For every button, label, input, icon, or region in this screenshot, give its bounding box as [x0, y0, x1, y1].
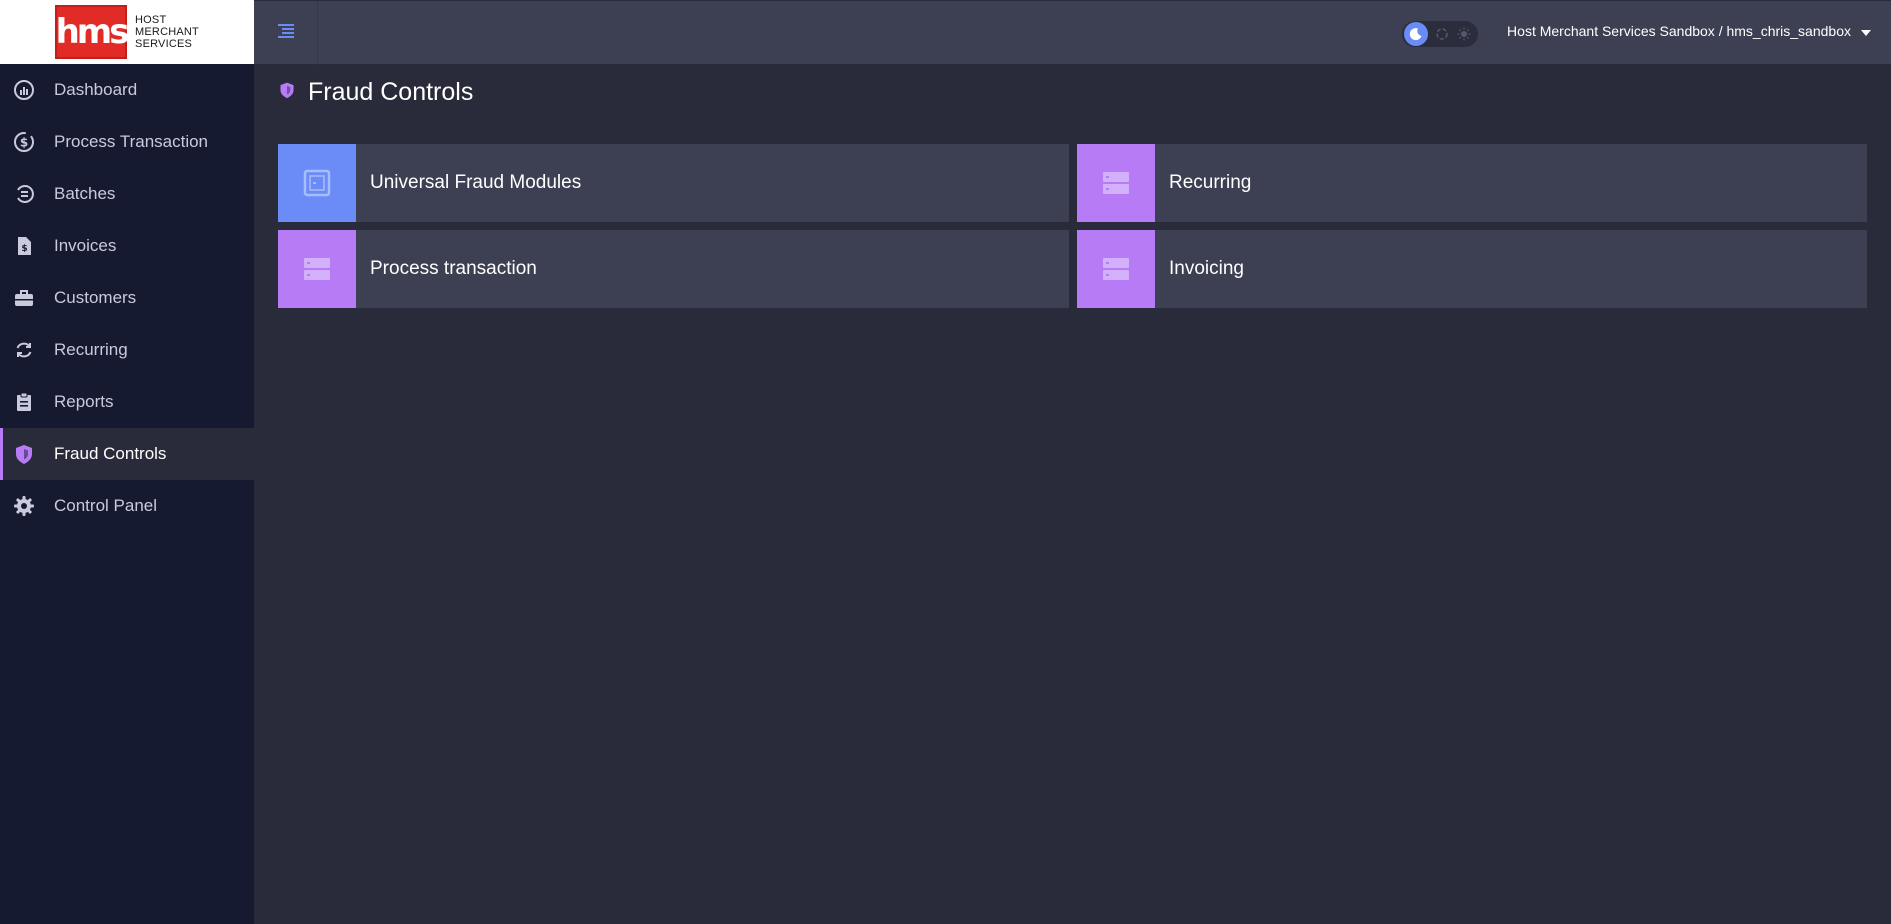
sidebar-item-label: Customers — [54, 288, 137, 307]
sidebar-item-label: Process Transaction — [54, 132, 209, 151]
logo-line-1: HOST — [135, 14, 167, 26]
sidebar-item-invoices[interactable]: $ Invoices — [0, 220, 254, 272]
moon-icon[interactable] — [1404, 22, 1428, 46]
sidebar-item-dashboard[interactable]: Dashboard — [0, 64, 254, 116]
caret-down-icon — [1861, 23, 1871, 39]
svg-text:$: $ — [20, 136, 28, 150]
logo-line-2: MERCHANT — [135, 26, 199, 38]
sidebar-item-label: Invoices — [54, 236, 117, 255]
logo-wordmark: HOST MERCHANT SERVICES — [135, 14, 199, 50]
dollar-cycle-icon: $ — [12, 130, 36, 154]
shield-icon — [12, 442, 36, 466]
page-header: Fraud Controls — [278, 78, 473, 107]
page-title: Fraud Controls — [308, 78, 474, 106]
brand-logo[interactable]: hms HOST MERCHANT SERVICES — [0, 0, 254, 64]
card-label: Universal Fraud Modules — [370, 172, 582, 193]
sidebar-item-label: Dashboard — [54, 80, 138, 99]
invoice-icon: $ — [12, 234, 36, 258]
menu-collapse-icon — [276, 23, 296, 44]
sidebar: hms HOST MERCHANT SERVICES Dashboard $ P… — [0, 0, 254, 924]
gauge-icon — [12, 78, 36, 102]
card-invoicing[interactable]: Invoicing — [1077, 230, 1867, 308]
card-label: Invoicing — [1169, 258, 1244, 279]
sidebar-item-control-panel[interactable]: Control Panel — [0, 480, 254, 532]
theme-toggle[interactable] — [1402, 21, 1478, 47]
server-icon — [1077, 144, 1155, 222]
logo-mark-text: hms — [55, 12, 130, 52]
top-bar: Host Merchant Services Sandbox / hms_chr… — [254, 0, 1891, 65]
sidebar-item-label: Recurring — [54, 340, 128, 359]
sidebar-nav: Dashboard $ Process Transaction Batches … — [0, 64, 254, 532]
clipboard-icon — [12, 390, 36, 414]
batch-icon — [12, 182, 36, 206]
briefcase-icon — [12, 286, 36, 310]
svg-text:$: $ — [21, 244, 27, 254]
logo-mark: hms — [55, 5, 130, 59]
sidebar-item-customers[interactable]: Customers — [0, 272, 254, 324]
safe-icon — [278, 144, 356, 222]
server-icon — [278, 230, 356, 308]
sidebar-item-reports[interactable]: Reports — [0, 376, 254, 428]
account-menu[interactable]: Host Merchant Services Sandbox / hms_chr… — [1507, 23, 1871, 39]
card-recurring[interactable]: Recurring — [1077, 144, 1867, 222]
sidebar-item-process-transaction[interactable]: $ Process Transaction — [0, 116, 254, 168]
card-label: Process transaction — [370, 258, 537, 279]
account-label: Host Merchant Services Sandbox / hms_chr… — [1507, 23, 1851, 39]
sidebar-item-recurring[interactable]: Recurring — [0, 324, 254, 376]
server-icon — [1077, 230, 1155, 308]
sidebar-item-label: Batches — [54, 184, 116, 203]
refresh-icon — [12, 338, 36, 362]
card-label: Recurring — [1169, 172, 1252, 193]
shield-icon — [278, 80, 296, 105]
sidebar-item-label: Fraud Controls — [54, 444, 167, 463]
menu-toggle-button[interactable] — [254, 1, 318, 65]
sun-icon[interactable] — [1456, 26, 1472, 42]
sidebar-item-label: Reports — [54, 392, 114, 411]
card-universal-fraud-modules[interactable]: Universal Fraud Modules — [278, 144, 1069, 222]
auto-mode-icon[interactable] — [1434, 26, 1450, 42]
card-process-transaction[interactable]: Process transaction — [278, 230, 1069, 308]
sidebar-item-label: Control Panel — [54, 496, 158, 515]
sidebar-item-batches[interactable]: Batches — [0, 168, 254, 220]
gear-icon — [12, 494, 36, 518]
sidebar-item-fraud-controls[interactable]: Fraud Controls — [0, 428, 254, 480]
logo-line-3: SERVICES — [135, 38, 193, 50]
